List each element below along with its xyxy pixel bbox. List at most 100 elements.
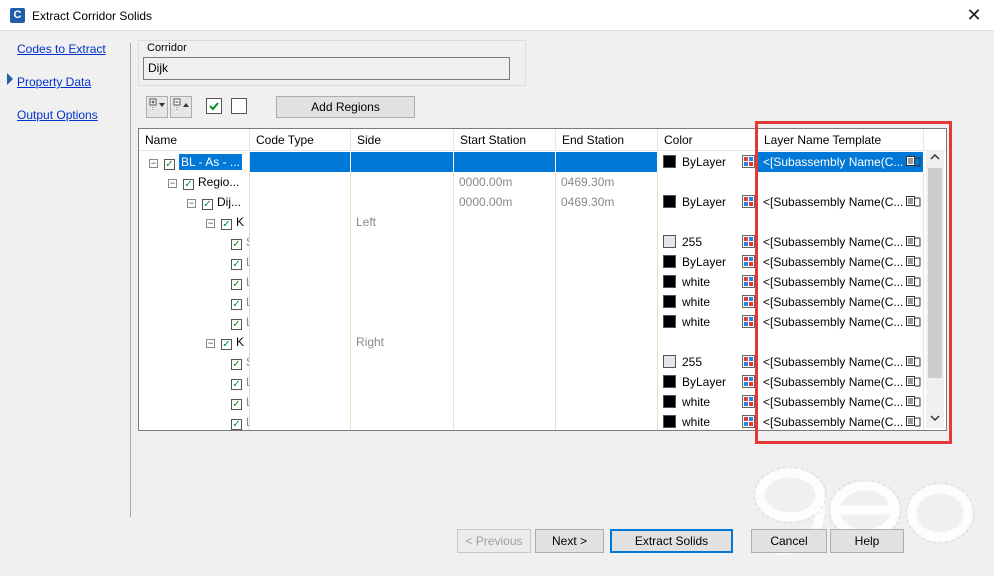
start-station-cell[interactable]	[454, 272, 556, 292]
start-station-cell[interactable]	[454, 152, 556, 172]
code-type-cell[interactable]	[250, 272, 351, 292]
header-start-station[interactable]: Start Station	[454, 129, 556, 151]
include-checkbox[interactable]: ✓	[221, 219, 232, 230]
start-station-cell[interactable]: 0000.00m	[454, 192, 556, 212]
color-cell[interactable]: ByLayer	[658, 372, 758, 392]
include-checkbox[interactable]: ✓	[231, 419, 242, 430]
end-station-cell[interactable]	[556, 292, 658, 312]
color-cell[interactable]: ByLayer	[658, 192, 758, 212]
code-type-cell[interactable]	[250, 152, 351, 172]
include-checkbox[interactable]: ✓	[231, 319, 242, 330]
code-type-cell[interactable]	[250, 392, 351, 412]
nav-property-data[interactable]: Property Data	[17, 75, 91, 89]
uncheck-all-button[interactable]	[231, 98, 247, 114]
cancel-button[interactable]: Cancel	[751, 529, 827, 553]
code-type-cell[interactable]	[250, 372, 351, 392]
end-station-cell[interactable]	[556, 392, 658, 412]
side-cell[interactable]	[351, 152, 454, 172]
side-cell[interactable]: Right	[351, 332, 454, 352]
include-checkbox[interactable]: ✓	[231, 379, 242, 390]
code-type-cell[interactable]	[250, 412, 351, 430]
color-cell[interactable]: white	[658, 392, 758, 412]
color-cell[interactable]: ByLayer	[658, 252, 758, 272]
color-cell[interactable]: white	[658, 312, 758, 332]
end-station-cell[interactable]	[556, 412, 658, 430]
nav-codes-to-extract[interactable]: Codes to Extract	[17, 42, 106, 56]
name-cell[interactable]: − ✓ K	[139, 212, 250, 232]
name-cell[interactable]: ✓Link	[139, 272, 250, 292]
side-cell[interactable]	[351, 232, 454, 252]
collapse-node-icon[interactable]: −	[206, 339, 215, 348]
close-icon[interactable]: ✕	[964, 5, 984, 25]
side-cell[interactable]	[351, 292, 454, 312]
include-checkbox[interactable]: ✓	[183, 179, 194, 190]
include-checkbox[interactable]: ✓	[231, 359, 242, 370]
include-checkbox[interactable]: ✓	[202, 199, 213, 210]
start-station-cell[interactable]	[454, 212, 556, 232]
end-station-cell[interactable]	[556, 152, 658, 172]
color-cell[interactable]: white	[658, 412, 758, 430]
side-cell[interactable]	[351, 252, 454, 272]
name-cell[interactable]: ✓Link	[139, 292, 250, 312]
side-cell[interactable]	[351, 312, 454, 332]
side-cell[interactable]	[351, 412, 454, 430]
name-cell[interactable]: ✓Link	[139, 312, 250, 332]
collapse-node-icon[interactable]: −	[168, 179, 177, 188]
color-cell[interactable]	[658, 332, 758, 352]
name-cell[interactable]: ✓Shape	[139, 352, 250, 372]
collapse-node-icon[interactable]: −	[149, 159, 158, 168]
color-cell[interactable]: ByLayer	[658, 152, 758, 172]
header-color[interactable]: Color	[658, 129, 758, 151]
end-station-cell[interactable]	[556, 212, 658, 232]
name-cell[interactable]: ✓Link	[139, 372, 250, 392]
color-picker-icon[interactable]	[742, 315, 755, 328]
check-all-button[interactable]	[206, 98, 222, 114]
color-cell[interactable]: white	[658, 272, 758, 292]
side-cell[interactable]	[351, 352, 454, 372]
start-station-cell[interactable]	[454, 252, 556, 272]
next-button[interactable]: Next >	[535, 529, 604, 553]
side-cell[interactable]	[351, 192, 454, 212]
side-cell[interactable]	[351, 392, 454, 412]
color-cell[interactable]: 255	[658, 232, 758, 252]
code-type-cell[interactable]	[250, 332, 351, 352]
expand-all-button[interactable]	[146, 96, 168, 118]
end-station-cell[interactable]	[556, 232, 658, 252]
include-checkbox[interactable]: ✓	[231, 399, 242, 410]
end-station-cell[interactable]	[556, 372, 658, 392]
end-station-cell[interactable]: 0469.30m	[556, 172, 658, 192]
side-cell[interactable]	[351, 172, 454, 192]
end-station-cell[interactable]	[556, 252, 658, 272]
header-code-type[interactable]: Code Type	[250, 129, 351, 151]
end-station-cell[interactable]	[556, 332, 658, 352]
start-station-cell[interactable]	[454, 312, 556, 332]
name-cell[interactable]: − ✓ Dij...	[139, 192, 250, 212]
collapse-node-icon[interactable]: −	[187, 199, 196, 208]
include-checkbox[interactable]: ✓	[231, 239, 242, 250]
start-station-cell[interactable]	[454, 372, 556, 392]
name-cell[interactable]: ✓Link	[139, 392, 250, 412]
code-type-cell[interactable]	[250, 232, 351, 252]
include-checkbox[interactable]: ✓	[221, 339, 232, 350]
start-station-cell[interactable]	[454, 352, 556, 372]
color-picker-icon[interactable]	[742, 355, 755, 368]
start-station-cell[interactable]	[454, 412, 556, 430]
include-checkbox[interactable]: ✓	[231, 299, 242, 310]
color-cell[interactable]	[658, 172, 758, 192]
header-name[interactable]: Name	[139, 129, 250, 151]
start-station-cell[interactable]	[454, 392, 556, 412]
start-station-cell[interactable]: 0000.00m	[454, 172, 556, 192]
include-checkbox[interactable]: ✓	[231, 259, 242, 270]
color-picker-icon[interactable]	[742, 195, 755, 208]
code-type-cell[interactable]	[250, 192, 351, 212]
start-station-cell[interactable]	[454, 292, 556, 312]
header-side[interactable]: Side	[351, 129, 454, 151]
start-station-cell[interactable]	[454, 232, 556, 252]
color-cell[interactable]	[658, 212, 758, 232]
color-picker-icon[interactable]	[742, 375, 755, 388]
name-cell[interactable]: − ✓ K	[139, 332, 250, 352]
side-cell[interactable]	[351, 272, 454, 292]
add-regions-button[interactable]: Add Regions	[276, 96, 415, 118]
end-station-cell[interactable]	[556, 312, 658, 332]
color-cell[interactable]: white	[658, 292, 758, 312]
